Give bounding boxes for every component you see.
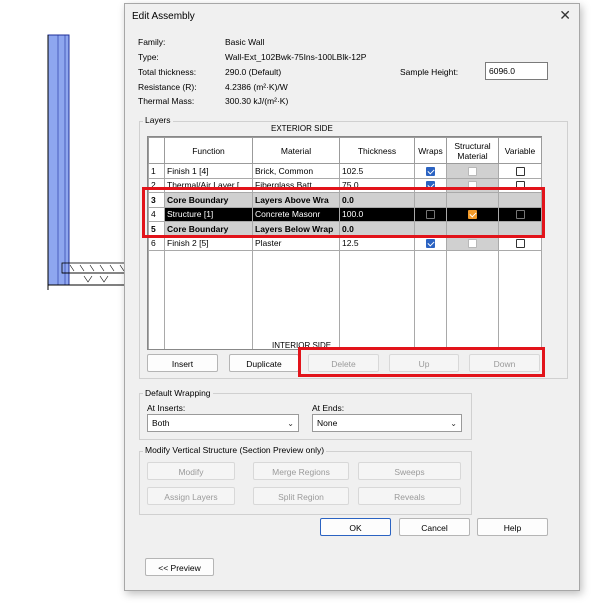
structural-cell [446,163,499,179]
column-header-num [148,137,165,164]
function-cell[interactable]: Finish 1 [4] [164,163,253,179]
at-inserts-select[interactable]: Both ⌄ [147,414,299,432]
column-header-thickness[interactable]: Thickness [339,137,415,164]
material-cell[interactable]: Plaster [252,235,340,251]
column-header-variable[interactable]: Variable [498,137,542,164]
cancel-button[interactable]: Cancel [399,518,470,536]
wraps-checkbox[interactable] [426,166,435,176]
thickness-cell[interactable]: 12.5 [339,235,415,251]
column-header-function[interactable]: Function [164,137,253,164]
wraps-checkbox[interactable] [426,239,435,249]
at-ends-label: At Ends: [312,403,345,413]
thickness-label: Total thickness: [138,67,197,77]
ok-button[interactable]: OK [320,518,391,536]
default-wrapping-label: Default Wrapping [143,388,213,398]
table-row[interactable]: 1 Finish 1 [4] Brick, Common 102.5 [148,163,542,179]
material-cell[interactable]: Brick, Common [252,163,340,179]
close-icon[interactable]: ✕ [559,7,571,24]
thermal-mass-value: 300.30 kJ/(m²·K) [225,96,289,106]
thickness-value: 290.0 (Default) [225,67,282,77]
thermal-mass-label: Thermal Mass: [138,96,195,106]
variable-cell [498,235,542,251]
reveals-button[interactable]: Reveals [358,487,461,505]
sweeps-button[interactable]: Sweeps [358,462,461,480]
resistance-value: 4.2386 (m²·K)/W [225,82,288,92]
chevron-down-icon: ⌄ [287,419,294,428]
resistance-label: Resistance (R): [138,82,197,92]
layers-table: Function Material Thickness Wraps Struct… [147,136,542,350]
modify-button[interactable]: Modify [147,462,235,480]
at-inserts-value: Both [152,418,170,428]
sample-height-label: Sample Height: [400,67,459,77]
chevron-down-icon: ⌄ [450,419,457,428]
exterior-side-label: EXTERIOR SIDE [271,124,333,133]
layers-group-label: Layers [143,115,173,125]
highlight-box-disabled-buttons [298,347,545,377]
duplicate-button[interactable]: Duplicate [229,354,299,372]
insert-button[interactable]: Insert [147,354,218,372]
column-header-structural-material[interactable]: Structural Material [446,137,499,164]
split-region-button[interactable]: Split Region [253,487,349,505]
merge-regions-button[interactable]: Merge Regions [253,462,349,480]
at-ends-value: None [317,418,338,428]
edit-assembly-dialog: Edit Assembly ✕ Family: Basic Wall Type:… [124,3,580,591]
highlight-box-core-rows [142,187,545,238]
structural-checkbox[interactable] [468,166,477,176]
type-value: Wall-Ext_102Bwk-75Ins-100LBlk-12P [225,52,367,62]
column-header-material[interactable]: Material [252,137,340,164]
empty-row [148,250,542,349]
at-inserts-label: At Inserts: [147,403,186,413]
function-cell[interactable]: Finish 2 [5] [164,235,253,251]
type-label: Type: [138,52,159,62]
help-button[interactable]: Help [477,518,548,536]
thickness-cell[interactable]: 102.5 [339,163,415,179]
row-number[interactable]: 1 [148,163,165,179]
at-ends-select[interactable]: None ⌄ [312,414,462,432]
wraps-cell [414,163,447,179]
column-header-wraps[interactable]: Wraps [414,137,447,164]
structural-cell [446,235,499,251]
variable-checkbox[interactable] [515,166,525,176]
structural-checkbox[interactable] [468,239,477,249]
vertical-structure-label: Modify Vertical Structure (Section Previ… [143,445,327,455]
assign-layers-button[interactable]: Assign Layers [147,487,235,505]
sample-height-input[interactable]: 6096.0 [485,62,548,80]
family-value: Basic Wall [225,37,265,47]
wraps-cell [414,235,447,251]
row-number[interactable]: 6 [148,235,165,251]
table-row[interactable]: 6 Finish 2 [5] Plaster 12.5 [148,235,542,251]
variable-checkbox[interactable] [515,239,525,249]
preview-button[interactable]: << Preview [145,558,214,576]
family-label: Family: [138,37,166,47]
section-preview [47,34,125,290]
variable-cell [498,163,542,179]
dialog-title: Edit Assembly [132,11,195,22]
